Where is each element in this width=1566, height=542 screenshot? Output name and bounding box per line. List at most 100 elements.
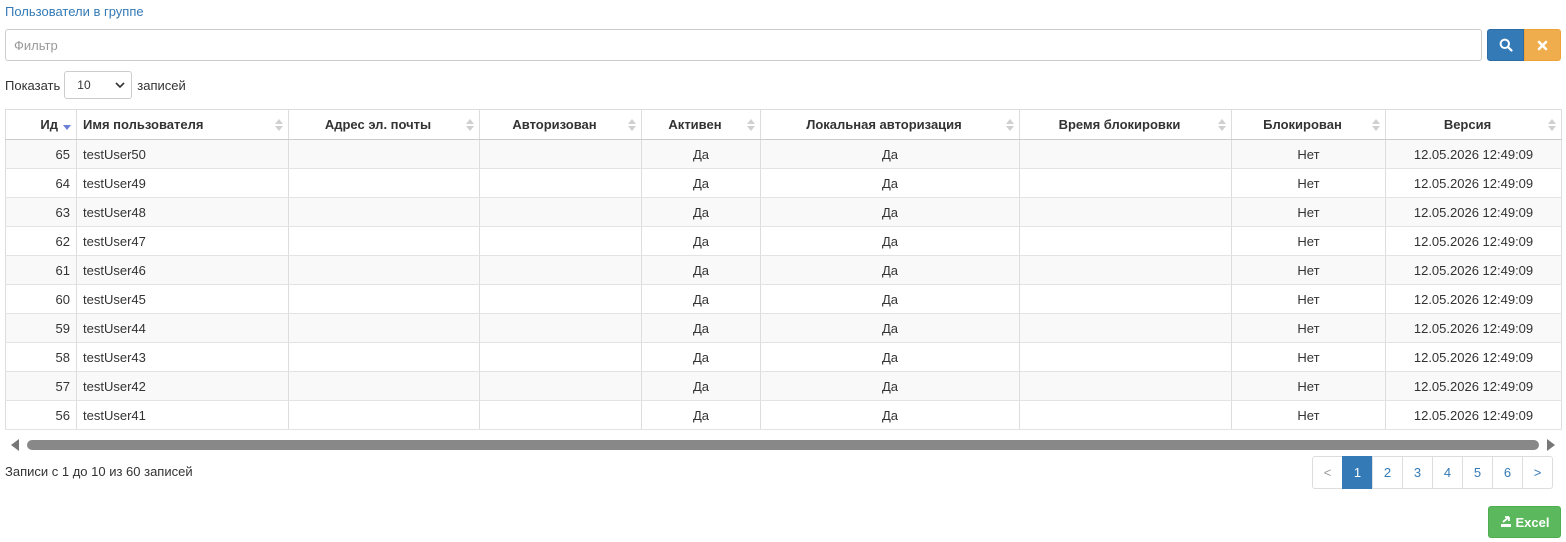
cell-authorized <box>479 226 642 256</box>
column-header-label: Ид <box>40 117 58 132</box>
column-header[interactable]: Активен <box>641 109 761 140</box>
cell-id: 56 <box>5 400 77 430</box>
cell-blocked: Нет <box>1231 400 1386 430</box>
table-row[interactable]: 60 testUser45 Да Да Нет 12.05.2026 12:49:09 <box>5 284 1562 314</box>
table-row[interactable]: 61 testUser46 Да Да Нет 12.05.2026 12:49:09 <box>5 255 1562 285</box>
sort-both-icon <box>1006 118 1014 131</box>
cell-authorized <box>479 371 642 401</box>
table-row[interactable]: 56 testUser41 Да Да Нет 12.05.2026 12:49:09 <box>5 400 1562 430</box>
cell-local-auth: Да <box>760 255 1020 285</box>
cell-username: testUser48 <box>76 197 289 227</box>
column-header[interactable]: Адрес эл. почты <box>288 109 480 140</box>
column-header-label: Имя пользователя <box>83 117 204 132</box>
pagination: <1 2 3 4 5 6 > <box>1312 456 1553 489</box>
export-icon <box>1500 516 1511 527</box>
horizontal-scrollbar[interactable] <box>5 436 1561 454</box>
cell-email <box>288 284 480 314</box>
column-header[interactable]: Время блокировки <box>1019 109 1232 140</box>
page-button[interactable]: 2 <box>1372 456 1403 489</box>
cell-blocked: Нет <box>1231 371 1386 401</box>
close-icon <box>1537 40 1548 50</box>
cell-email <box>288 313 480 343</box>
cell-authorized <box>479 342 642 372</box>
filter-bar <box>5 29 1561 61</box>
page-button[interactable]: 1 <box>1342 456 1373 489</box>
cell-blocked: Нет <box>1231 284 1386 314</box>
cell-version: 12.05.2026 12:49:09 <box>1385 400 1562 430</box>
section-title[interactable]: Пользователи в группе <box>5 4 144 19</box>
scrollbar-thumb[interactable] <box>27 440 1539 450</box>
table-row[interactable]: 59 testUser44 Да Да Нет 12.05.2026 12:49:09 <box>5 313 1562 343</box>
cell-active: Да <box>641 226 761 256</box>
cell-active: Да <box>641 197 761 227</box>
next-page-button[interactable]: > <box>1522 456 1553 489</box>
cell-username: testUser50 <box>76 139 289 169</box>
filter-input[interactable] <box>5 29 1482 61</box>
cell-active: Да <box>641 284 761 314</box>
cell-username: testUser43 <box>76 342 289 372</box>
cell-username: testUser47 <box>76 226 289 256</box>
cell-blocked: Нет <box>1231 255 1386 285</box>
cell-local-auth: Да <box>760 139 1020 169</box>
column-header-label: Время блокировки <box>1058 117 1181 132</box>
cell-version: 12.05.2026 12:49:09 <box>1385 226 1562 256</box>
cell-version: 12.05.2026 12:49:09 <box>1385 168 1562 198</box>
cell-lock-time <box>1019 400 1232 430</box>
column-header[interactable]: Локальная авторизация <box>760 109 1020 140</box>
column-header[interactable]: Имя пользователя <box>76 109 289 140</box>
column-header-label: Блокирован <box>1263 117 1342 132</box>
cell-lock-time <box>1019 371 1232 401</box>
excel-export-button[interactable]: Excel <box>1488 506 1561 538</box>
clear-filter-button[interactable] <box>1524 29 1561 61</box>
cell-local-auth: Да <box>760 197 1020 227</box>
table-row[interactable]: 62 testUser47 Да Да Нет 12.05.2026 12:49:09 <box>5 226 1562 256</box>
cell-id: 58 <box>5 342 77 372</box>
cell-email <box>288 197 480 227</box>
page-length-select[interactable]: 10 <box>64 71 133 99</box>
cell-id: 64 <box>5 168 77 198</box>
column-header[interactable]: Авторизован <box>479 109 642 140</box>
page-button[interactable]: 3 <box>1402 456 1433 489</box>
cell-active: Да <box>641 255 761 285</box>
scroll-left-arrow-icon[interactable] <box>11 439 19 451</box>
cell-lock-time <box>1019 197 1232 227</box>
cell-id: 62 <box>5 226 77 256</box>
cell-local-auth: Да <box>760 226 1020 256</box>
cell-id: 61 <box>5 255 77 285</box>
scroll-right-arrow-icon[interactable] <box>1547 439 1555 451</box>
cell-authorized <box>479 255 642 285</box>
cell-active: Да <box>641 139 761 169</box>
prev-page-button[interactable]: < <box>1312 456 1343 489</box>
cell-email <box>288 255 480 285</box>
page-button[interactable]: 6 <box>1492 456 1523 489</box>
cell-blocked: Нет <box>1231 139 1386 169</box>
sort-both-icon <box>1548 118 1556 131</box>
sort-both-icon <box>466 118 474 131</box>
cell-email <box>288 226 480 256</box>
column-header[interactable]: Ид <box>5 109 77 140</box>
cell-email <box>288 371 480 401</box>
table-row[interactable]: 63 testUser48 Да Да Нет 12.05.2026 12:49:09 <box>5 197 1562 227</box>
page-button[interactable]: 4 <box>1432 456 1463 489</box>
page-length-control: Показать 10 записей <box>5 71 186 99</box>
sort-both-icon <box>628 118 636 131</box>
cell-lock-time <box>1019 139 1232 169</box>
cell-local-auth: Да <box>760 371 1020 401</box>
table-row[interactable]: 64 testUser49 Да Да Нет 12.05.2026 12:49:09 <box>5 168 1562 198</box>
cell-version: 12.05.2026 12:49:09 <box>1385 255 1562 285</box>
column-header[interactable]: Версия <box>1385 109 1562 140</box>
page-button[interactable]: 5 <box>1462 456 1493 489</box>
table-row[interactable]: 65 testUser50 Да Да Нет 12.05.2026 12:49:09 <box>5 139 1562 169</box>
column-header[interactable]: Блокирован <box>1231 109 1386 140</box>
table-row[interactable]: 57 testUser42 Да Да Нет 12.05.2026 12:49:09 <box>5 371 1562 401</box>
cell-active: Да <box>641 168 761 198</box>
excel-label: Excel <box>1515 514 1550 530</box>
cell-version: 12.05.2026 12:49:09 <box>1385 284 1562 314</box>
cell-version: 12.05.2026 12:49:09 <box>1385 342 1562 372</box>
cell-lock-time <box>1019 255 1232 285</box>
cell-authorized <box>479 168 642 198</box>
search-button[interactable] <box>1487 29 1524 61</box>
cell-email <box>288 400 480 430</box>
cell-id: 60 <box>5 284 77 314</box>
table-row[interactable]: 58 testUser43 Да Да Нет 12.05.2026 12:49:09 <box>5 342 1562 372</box>
